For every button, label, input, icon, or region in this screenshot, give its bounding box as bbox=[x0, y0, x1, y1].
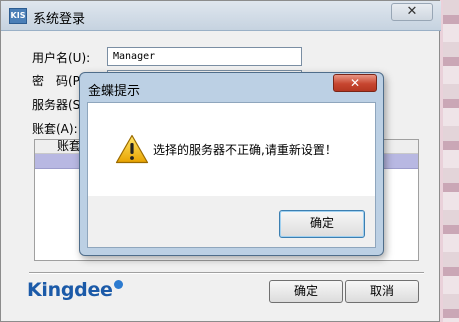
message-close-button[interactable]: ✕ bbox=[333, 74, 377, 92]
kis-app-icon: KIS bbox=[9, 8, 27, 24]
login-close-button[interactable]: ✕ bbox=[391, 3, 433, 21]
message-ok-button[interactable]: 确定 bbox=[279, 210, 365, 238]
background-strip-right bbox=[443, 0, 459, 322]
username-label: 用户名(U): bbox=[32, 51, 91, 65]
warning-icon bbox=[115, 134, 149, 164]
login-cancel-button[interactable]: 取消 bbox=[345, 280, 419, 303]
kingdee-logo: Kingdee bbox=[27, 279, 123, 301]
message-title: 金蝶提示 bbox=[88, 84, 141, 99]
footer-divider bbox=[29, 272, 424, 274]
message-dialog: 金蝶提示 ✕ 选择的服务器不正确,请重新设置！ 确定 bbox=[79, 72, 384, 256]
username-input[interactable]: Manager bbox=[107, 47, 302, 66]
login-ok-button[interactable]: 确定 bbox=[269, 280, 343, 303]
login-titlebar[interactable]: KIS 系统登录 ✕ bbox=[1, 1, 441, 31]
login-window-title: 系统登录 bbox=[33, 12, 86, 27]
message-text: 选择的服务器不正确,请重新设置！ bbox=[153, 143, 337, 157]
message-body: 选择的服务器不正确,请重新设置！ 确定 bbox=[87, 102, 376, 248]
account-label: 账套(A): bbox=[32, 122, 78, 136]
message-content-area: 选择的服务器不正确,请重新设置！ bbox=[88, 103, 375, 196]
message-titlebar[interactable]: 金蝶提示 ✕ bbox=[80, 73, 383, 103]
